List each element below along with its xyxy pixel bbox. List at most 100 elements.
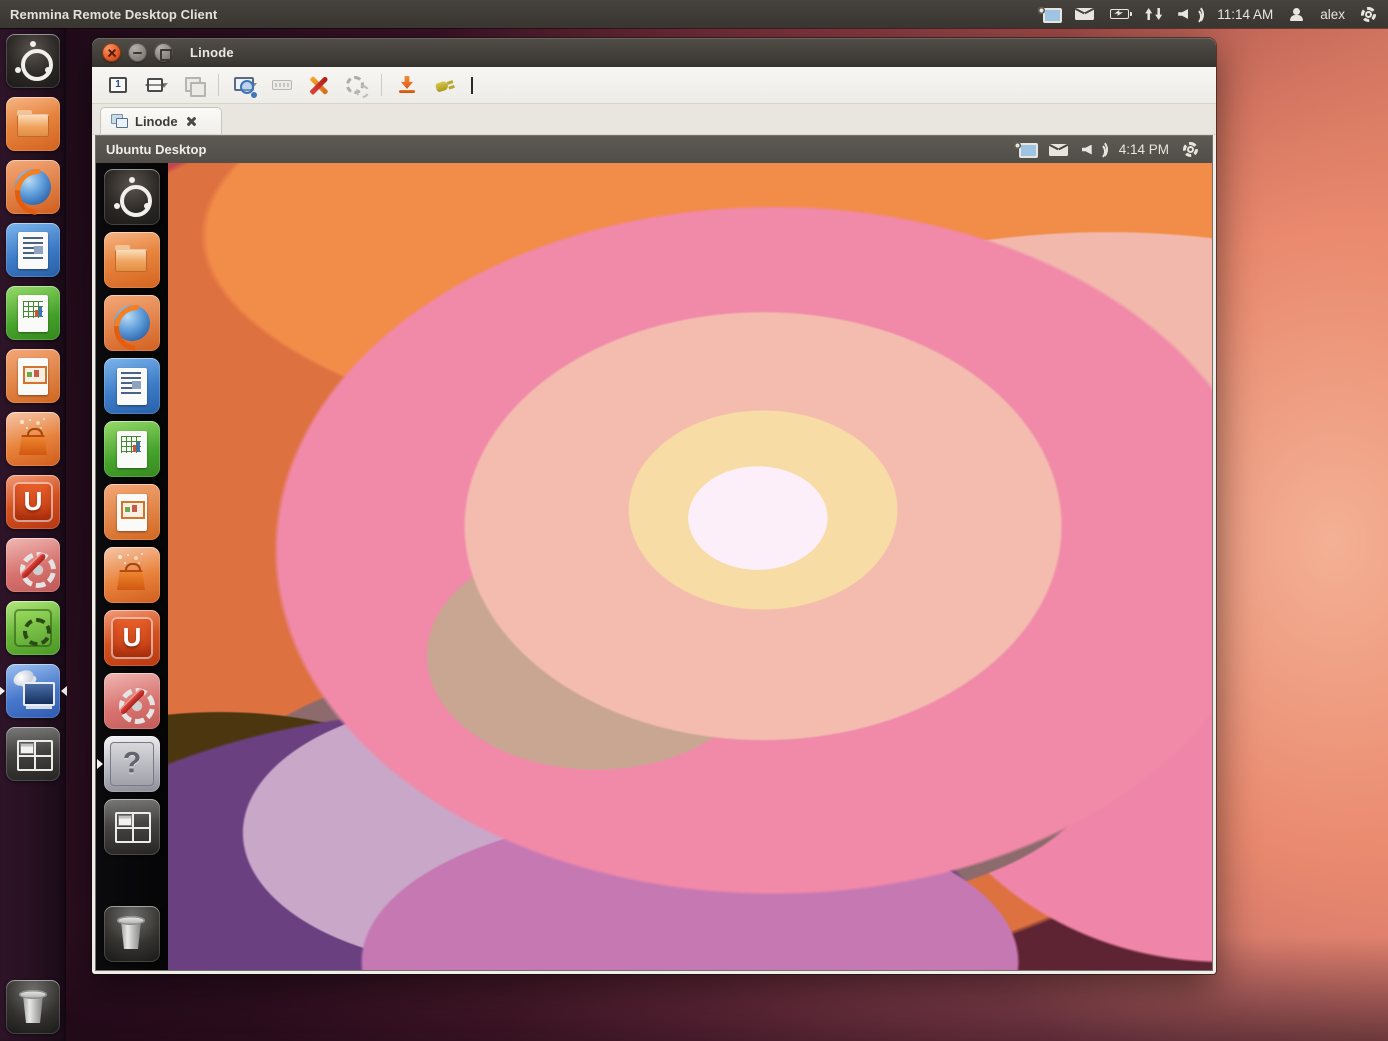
impress-icon [104,484,160,540]
help-icon: ? [104,736,160,792]
running-indicator-arrow-left [0,686,10,696]
fullscreen-icon: 1 [106,73,130,97]
window-title: Linode [190,45,234,60]
volume-wave [1092,140,1108,159]
volume-wave [1188,5,1204,24]
toolbar-keyboard-button [270,73,294,97]
connection-tabbar: Linode [92,104,1216,135]
window-duplicate-icon [111,114,128,128]
ubuntu-dash-icon [104,169,160,225]
launcher-item-home-folder[interactable] [104,232,160,288]
toolbar-preferences-button[interactable] [307,73,331,97]
remote-launcher: U? [96,163,168,970]
session-gear-icon[interactable] [1361,7,1376,22]
toolbar-fullscreen-button[interactable]: 1 [106,73,130,97]
remote-desktop-viewport[interactable]: Ubuntu Desktop 4:14 PM U? [95,135,1213,971]
launcher-item-libreoffice-calc[interactable] [6,286,60,340]
scaled-viewing-icon [232,73,256,97]
remote-top-panel: Ubuntu Desktop 4:14 PM [96,136,1212,163]
folder-icon [104,232,160,288]
launcher-item-firefox[interactable] [6,160,60,214]
volume-indicator-icon[interactable] [1178,7,1201,22]
running-indicator-arrow-left [97,759,108,769]
remote-desktop-indicator-icon[interactable] [1014,142,1035,157]
landscape-icon [6,601,60,655]
user-icon [1289,8,1304,21]
launcher-item-software-updater[interactable] [6,601,60,655]
host-indicator-tray: 11:14 AM alex [1038,7,1388,22]
launcher-item-libreoffice-impress[interactable] [104,484,160,540]
remote-desktop-indicator-icon[interactable] [1038,7,1059,22]
toolbar-settings-button [344,73,368,97]
fullscreen-number: 1 [106,79,130,90]
remote-desktop-label: Ubuntu Desktop [106,142,206,157]
launcher-item-system-settings[interactable] [6,538,60,592]
host-desktop: Remmina Remote Desktop Client 11:14 AM a… [0,0,1388,1041]
launcher-item-trash[interactable] [6,980,60,1034]
tab-label: Linode [135,114,178,129]
host-top-panel: Remmina Remote Desktop Client 11:14 AM a… [0,0,1388,28]
session-gear-icon[interactable] [1183,142,1198,157]
remote-indicator-tray: 4:14 PM [1014,142,1202,157]
firefox-icon [104,295,160,351]
settings-icon [6,538,60,592]
tools-icon [307,73,331,97]
disconnect-plug-icon [432,73,456,97]
toolbar-resize-button[interactable] [143,73,168,97]
toolbar-duplicate-button [181,73,205,97]
launcher-item-libreoffice-calc[interactable] [104,421,160,477]
launcher-item-ubuntu-one[interactable]: U [6,475,60,529]
user-name[interactable]: alex [1320,7,1345,22]
volume-indicator-icon[interactable] [1082,142,1105,157]
launcher-item-dash-home[interactable] [6,34,60,88]
writer-icon [6,223,60,277]
calc-icon [104,421,160,477]
network-updown-icon[interactable] [1145,7,1162,21]
launcher-item-trash[interactable] [104,906,160,962]
settings-icon [104,673,160,729]
launcher-item-workspace-switcher[interactable] [6,727,60,781]
launcher-item-ubuntu-software-center[interactable] [6,412,60,466]
launcher-item-ubuntu-software-center[interactable] [104,547,160,603]
launcher-item-libreoffice-writer[interactable] [104,358,160,414]
impress-icon [6,349,60,403]
launcher-item-remmina[interactable] [6,664,60,718]
close-tab-icon[interactable] [185,115,198,128]
gears-icon [344,73,368,97]
clock[interactable]: 11:14 AM [1217,7,1273,22]
toolbar-scaled-view-button[interactable] [232,73,257,97]
toolbar-minimize-to-tray-button[interactable] [395,73,419,97]
launcher-item-help[interactable]: ? [104,736,160,792]
writer-icon [104,358,160,414]
tab-linode[interactable]: Linode [100,107,222,134]
launcher-item-workspace-switcher[interactable] [104,799,160,855]
launcher-item-libreoffice-writer[interactable] [6,223,60,277]
ubuntu-one-glyph: U [104,622,160,653]
ubuntu-one-icon: U [104,610,160,666]
launcher-item-libreoffice-impress[interactable] [6,349,60,403]
remote-clock[interactable]: 4:14 PM [1119,142,1169,157]
mail-indicator-icon[interactable] [1075,8,1094,20]
launcher-item-ubuntu-one[interactable]: U [104,610,160,666]
toolbar-disconnect-button[interactable] [432,73,456,97]
workspace-icon [104,799,160,855]
launcher-item-system-settings[interactable] [104,673,160,729]
trash-icon [104,906,160,962]
close-button[interactable] [102,43,121,62]
remote-wallpaper [168,163,1212,970]
mail-indicator-icon[interactable] [1049,144,1068,156]
battery-indicator-icon[interactable] [1110,9,1129,19]
minimize-button[interactable] [128,43,147,62]
text-cursor [471,77,473,94]
maximize-button[interactable] [154,43,173,62]
launcher-item-firefox[interactable] [104,295,160,351]
remmina-window: Linode 1 [92,38,1216,974]
running-indicator-arrow-right [56,686,67,696]
launcher-item-home-folder[interactable] [6,97,60,151]
active-app-title: Remmina Remote Desktop Client [0,7,217,22]
software-center-icon [104,547,160,603]
window-titlebar[interactable]: Linode [92,38,1216,67]
calc-icon [6,286,60,340]
launcher-item-dash-home[interactable] [104,169,160,225]
firefox-icon [6,160,60,214]
